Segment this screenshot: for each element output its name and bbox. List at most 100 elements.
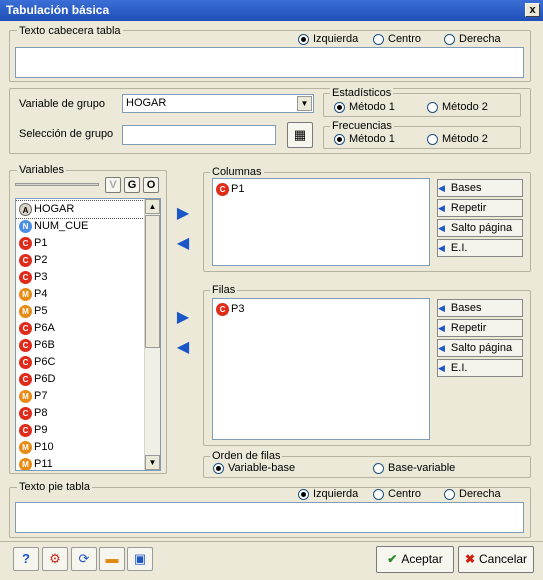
columnas-repetir-button[interactable]: ◀ Repetir — [437, 199, 523, 217]
multiple-variable-icon: M — [19, 440, 32, 454]
header-text-label: Texto cabecera tabla — [17, 25, 123, 37]
variable-list-item[interactable]: C P6C — [16, 354, 144, 371]
variable-list-item[interactable]: C P9 — [16, 422, 144, 439]
variable-name: P5 — [34, 305, 48, 317]
variables-filter-slider[interactable] — [15, 183, 99, 186]
folder-icon[interactable]: ▬ — [99, 547, 125, 571]
save-icon[interactable]: ▣ — [127, 547, 153, 571]
numeric-variable-icon: N — [19, 219, 32, 233]
remove-from-columns-arrow-icon[interactable]: ◀ — [172, 233, 194, 255]
filas-repetir-button[interactable]: ◀ Repetir — [437, 319, 523, 337]
variable-name: P9 — [34, 424, 48, 436]
variables-list[interactable]: A HOGAR N NUM_CUE C P1 C P2 C P3 M P4 M P5 C P6A C P6B C P6… — [15, 198, 161, 471]
window-title: Tabulación básica — [6, 3, 110, 17]
multiple-variable-icon: M — [19, 287, 32, 301]
variable-name: P6D — [34, 373, 56, 385]
filas-ei-button[interactable]: ◀ E.I. — [437, 359, 523, 377]
variable-name: P7 — [34, 390, 48, 402]
variable-name: P10 — [34, 441, 54, 453]
variable-list-item[interactable]: A HOGAR — [16, 200, 145, 219]
variable-list-item[interactable]: N NUM_CUE — [16, 218, 144, 235]
variables-label: Variables — [17, 164, 67, 176]
orden-filas-label: Orden de filas — [210, 450, 283, 462]
variable-list-item[interactable]: C P6B — [16, 337, 144, 354]
footer-radio-derecha[interactable]: Derecha — [444, 488, 501, 500]
filter-g-button[interactable]: G — [124, 177, 140, 193]
header-text-input[interactable] — [15, 47, 524, 78]
columnas-ei-button[interactable]: ◀ E.I. — [437, 239, 523, 257]
variable-name: P3 — [34, 271, 48, 283]
selection-group-label: Selección de grupo — [19, 128, 114, 140]
cancel-button[interactable]: ✖ Cancelar — [458, 546, 534, 573]
columnas-bases-button[interactable]: ◀ Bases — [437, 179, 523, 197]
variable-name: HOGAR — [34, 203, 75, 215]
frecuencias-metodo1-radio[interactable]: Método 1 — [334, 133, 395, 145]
categorical-variable-icon: C — [216, 182, 229, 196]
header-radio-izquierda[interactable]: Izquierda — [298, 33, 358, 45]
estadisticos-label: Estadísticos — [330, 87, 394, 99]
columnas-item[interactable]: C P1 — [213, 181, 429, 198]
refresh-icon[interactable]: ⟳ — [71, 547, 97, 571]
variable-list-item[interactable]: M P4 — [16, 286, 144, 303]
categorical-variable-icon: C — [19, 236, 32, 250]
frecuencias-metodo2-radio[interactable]: Método 2 — [427, 133, 488, 145]
add-to-columns-arrow-icon[interactable]: ▶ — [172, 203, 194, 225]
help-icon[interactable]: ? — [13, 547, 39, 571]
variable-name: P8 — [34, 407, 48, 419]
header-radio-centro[interactable]: Centro — [373, 33, 421, 45]
close-button[interactable]: x — [525, 3, 540, 17]
categorical-variable-icon: C — [19, 406, 32, 420]
orden-base-variable-radio[interactable]: Base-variable — [373, 462, 455, 474]
variable-name: P1 — [34, 237, 48, 249]
footer-text-input[interactable] — [15, 502, 524, 533]
filter-o-button[interactable]: O — [143, 177, 159, 193]
variable-name: P6A — [34, 322, 55, 334]
header-radio-derecha[interactable]: Derecha — [444, 33, 501, 45]
columnas-salto-button[interactable]: ◀ Salto página — [437, 219, 523, 237]
filas-salto-button[interactable]: ◀ Salto página — [437, 339, 523, 357]
cancel-x-icon: ✖ — [464, 552, 476, 566]
filas-bases-button[interactable]: ◀ Bases — [437, 299, 523, 317]
footer-radio-izquierda[interactable]: Izquierda — [298, 488, 358, 500]
variable-name: P6B — [34, 339, 55, 351]
separator — [0, 541, 543, 542]
variable-list-item[interactable]: C P2 — [16, 252, 144, 269]
settings-icon[interactable]: ⚙ — [42, 547, 68, 571]
variable-group-select[interactable]: HOGAR ▼ — [122, 94, 314, 113]
filas-list[interactable]: C P3 — [212, 298, 430, 440]
multiple-variable-icon: M — [19, 304, 32, 318]
estadisticos-metodo1-radio[interactable]: Método 1 — [334, 101, 395, 113]
variable-list-item[interactable]: M P10 — [16, 439, 144, 456]
estadisticos-metodo2-radio[interactable]: Método 2 — [427, 101, 488, 113]
columnas-list[interactable]: C P1 — [212, 178, 430, 266]
remove-from-rows-arrow-icon[interactable]: ◀ — [172, 337, 194, 359]
filter-v-button[interactable]: V — [105, 177, 121, 193]
orden-variable-base-radio[interactable]: Variable-base — [213, 462, 295, 474]
variable-name: P4 — [34, 288, 48, 300]
accept-button[interactable]: ✔ Aceptar — [376, 546, 454, 573]
scroll-up-icon[interactable]: ▲ — [145, 199, 160, 214]
categorical-variable-icon: C — [19, 355, 32, 369]
variable-list-item[interactable]: M P7 — [16, 388, 144, 405]
multiple-variable-icon: M — [19, 389, 32, 403]
variable-list-item[interactable]: M P11 — [16, 456, 144, 470]
categorical-variable-icon: C — [19, 321, 32, 335]
variable-list-item[interactable]: C P3 — [16, 269, 144, 286]
scroll-thumb[interactable] — [145, 215, 160, 348]
variable-list-item[interactable]: C P1 — [16, 235, 144, 252]
variable-name: NUM_CUE — [34, 220, 89, 232]
variable-list-item[interactable]: C P6D — [16, 371, 144, 388]
categorical-variable-icon: C — [19, 423, 32, 437]
chevron-down-icon[interactable]: ▼ — [297, 96, 312, 111]
add-to-rows-arrow-icon[interactable]: ▶ — [172, 307, 194, 329]
footer-radio-centro[interactable]: Centro — [373, 488, 421, 500]
calculator-icon[interactable]: ▦ — [287, 122, 313, 148]
title-bar: Tabulación básica — [0, 0, 543, 21]
variables-scrollbar[interactable]: ▲ ▼ — [144, 199, 160, 470]
filas-item[interactable]: C P3 — [213, 301, 429, 318]
variable-list-item[interactable]: C P6A — [16, 320, 144, 337]
selection-group-input[interactable] — [122, 125, 276, 145]
scroll-down-icon[interactable]: ▼ — [145, 455, 160, 470]
variable-list-item[interactable]: C P8 — [16, 405, 144, 422]
variable-list-item[interactable]: M P5 — [16, 303, 144, 320]
